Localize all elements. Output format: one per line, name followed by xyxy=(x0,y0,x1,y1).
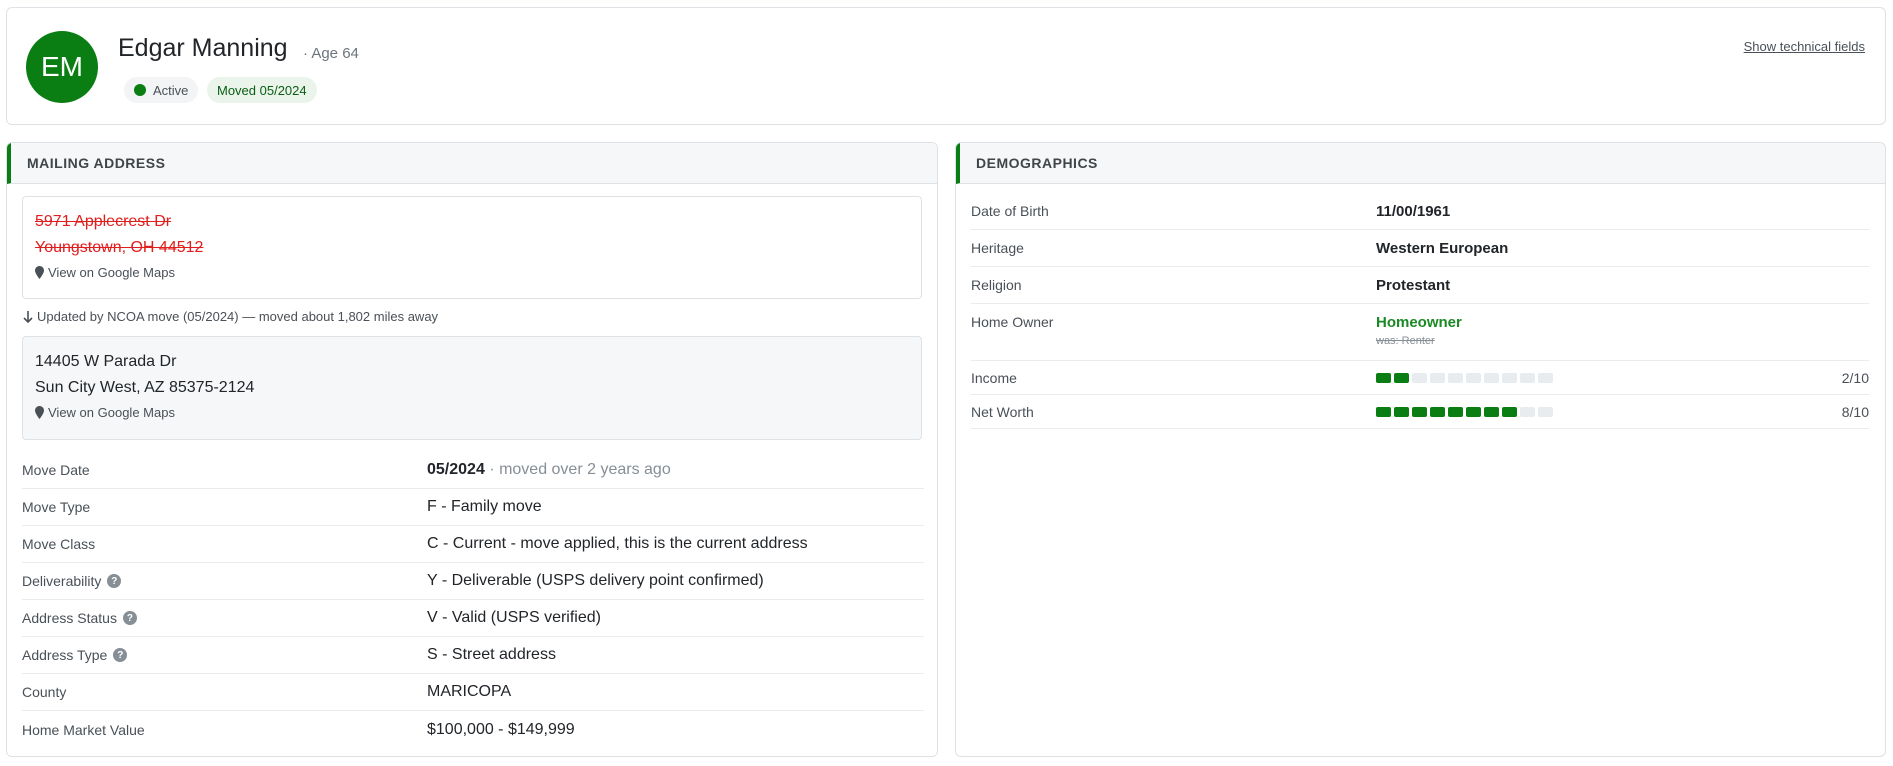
old-address-map-link[interactable]: View on Google Maps xyxy=(35,265,909,280)
home-owner-previous: was: Renter xyxy=(1376,335,1435,347)
new-address-card: 14405 W Parada Dr Sun City West, AZ 8537… xyxy=(22,336,922,440)
ncoa-note: Updated by NCOA move (05/2024) — moved a… xyxy=(22,309,438,324)
field-value: Y - Deliverable (USPS delivery point con… xyxy=(427,572,764,589)
move-date-relative: · moved over 2 years ago xyxy=(484,461,671,478)
demographics-title: DEMOGRAPHICS xyxy=(956,143,1885,184)
field-value: S - Street address xyxy=(427,646,556,663)
field-row-heritage: Heritage Western European xyxy=(971,230,1869,267)
new-address-map-link[interactable]: View on Google Maps xyxy=(35,405,909,420)
meter-segment xyxy=(1376,372,1391,383)
person-name: Edgar Manning xyxy=(118,34,288,62)
moved-badge: Moved 05/2024 xyxy=(207,77,317,103)
meter-segment xyxy=(1466,372,1481,383)
field-row-date-of-birth: Date of Birth 11/00/1961 xyxy=(971,193,1869,230)
net-worth-score: 8/10 xyxy=(1841,403,1869,420)
field-row-income: Income 2/10 xyxy=(971,361,1869,395)
field-row-address-type: Address Type? S - Street address xyxy=(22,637,924,674)
meter-segment xyxy=(1394,406,1409,417)
meter-segment xyxy=(1484,406,1499,417)
field-value: MARICOPA xyxy=(427,683,512,700)
profile-header: EM Edgar Manning · Age 64 Active Moved 0… xyxy=(6,7,1886,125)
old-address-line1: 5971 Applecrest Dr xyxy=(35,213,172,230)
field-value: 11/00/1961 xyxy=(1376,202,1451,220)
map-pin-icon xyxy=(35,266,44,279)
old-address-map-label: View on Google Maps xyxy=(48,265,175,280)
field-value: C - Current - move applied, this is the … xyxy=(427,535,808,552)
meter-segment xyxy=(1538,406,1553,417)
field-label: Religion xyxy=(971,277,1022,293)
meter-segment xyxy=(1466,406,1481,417)
status-badge-label: Active xyxy=(153,82,189,98)
meter-segment xyxy=(1376,406,1391,417)
home-owner-value: Homeowner xyxy=(1376,314,1462,331)
field-label: Move Date xyxy=(22,462,90,478)
meter-segment xyxy=(1394,372,1409,383)
meter-segment xyxy=(1430,406,1445,417)
income-meter xyxy=(1376,372,1553,383)
field-label: Heritage xyxy=(971,240,1024,256)
meter-segment xyxy=(1520,406,1535,417)
meter-segment xyxy=(1448,372,1463,383)
status-badge: Active xyxy=(124,77,199,103)
field-row-religion: Religion Protestant xyxy=(971,267,1869,304)
field-value: F - Family move xyxy=(427,498,542,515)
demographics-panel: DEMOGRAPHICS Date of Birth 11/00/1961 He… xyxy=(955,142,1886,757)
field-row-address-status: Address Status? V - Valid (USPS verified… xyxy=(22,600,924,637)
new-address-map-label: View on Google Maps xyxy=(48,405,175,420)
field-value: Western European xyxy=(1376,239,1509,257)
field-row-county: County MARICOPA xyxy=(22,674,924,711)
field-row-move-date: Move Date 05/2024 · moved over 2 years a… xyxy=(22,452,924,489)
field-value: V - Valid (USPS verified) xyxy=(427,609,601,626)
field-label: Home Owner xyxy=(971,314,1054,330)
old-address-card: 5971 Applecrest Dr Youngstown, OH 44512 … xyxy=(22,196,922,299)
question-circle-icon[interactable]: ? xyxy=(107,574,122,588)
map-pin-icon xyxy=(35,406,44,419)
field-label: Move Class xyxy=(22,536,96,552)
income-score: 2/10 xyxy=(1841,369,1869,386)
field-label: Address Type xyxy=(22,647,108,663)
question-circle-icon[interactable]: ? xyxy=(113,648,128,662)
field-label: Home Market Value xyxy=(22,721,145,738)
field-label: County xyxy=(22,684,67,700)
field-label: Net Worth xyxy=(971,403,1034,420)
new-address-line2: Sun City West, AZ 85375-2124 xyxy=(35,379,255,396)
field-label: Deliverability xyxy=(22,573,102,589)
field-value: 05/2024 · moved over 2 years ago xyxy=(427,461,671,479)
field-label: Date of Birth xyxy=(971,203,1049,219)
meter-segment xyxy=(1448,406,1463,417)
ncoa-note-text: Updated by NCOA move (05/2024) — moved a… xyxy=(37,309,439,324)
field-value: Protestant xyxy=(1376,276,1451,294)
status-dot-icon xyxy=(134,84,146,96)
field-value: $100,000 - $149,999 xyxy=(427,720,575,738)
meter-segment xyxy=(1430,372,1445,383)
arrow-down-icon xyxy=(23,310,33,323)
mailing-address-title: MAILING ADDRESS xyxy=(7,143,937,184)
net-worth-meter xyxy=(1376,406,1553,417)
field-row-home-owner: Home Owner Homeowner was: Renter xyxy=(971,304,1869,361)
old-address-line2: Youngstown, OH 44512 xyxy=(35,239,204,256)
move-date-value: 05/2024 xyxy=(427,461,485,478)
person-age: · Age 64 xyxy=(303,45,359,62)
meter-segment xyxy=(1520,372,1535,383)
meter-segment xyxy=(1502,372,1517,383)
mailing-address-panel: MAILING ADDRESS 5971 Applecrest Dr Young… xyxy=(6,142,938,757)
field-row-home-market-value: Home Market Value $100,000 - $149,999 xyxy=(22,711,924,748)
field-label: Address Status xyxy=(22,610,117,626)
field-row-deliverability: Deliverability? Y - Deliverable (USPS de… xyxy=(22,563,924,600)
field-row-move-type: Move Type F - Family move xyxy=(22,489,924,526)
field-label: Income xyxy=(971,369,1017,386)
meter-segment xyxy=(1502,406,1517,417)
question-circle-icon[interactable]: ? xyxy=(122,611,137,625)
meter-segment xyxy=(1484,372,1499,383)
meter-segment xyxy=(1538,372,1553,383)
meter-segment xyxy=(1412,406,1427,417)
field-row-move-class: Move Class C - Current - move applied, t… xyxy=(22,526,924,563)
field-row-net-worth: Net Worth 8/10 xyxy=(971,395,1869,429)
avatar: EM xyxy=(26,31,98,103)
new-address-line1: 14405 W Parada Dr xyxy=(35,353,177,370)
meter-segment xyxy=(1412,372,1427,383)
field-label: Move Type xyxy=(22,499,91,515)
show-technical-fields-link[interactable]: Show technical fields xyxy=(1744,39,1865,54)
